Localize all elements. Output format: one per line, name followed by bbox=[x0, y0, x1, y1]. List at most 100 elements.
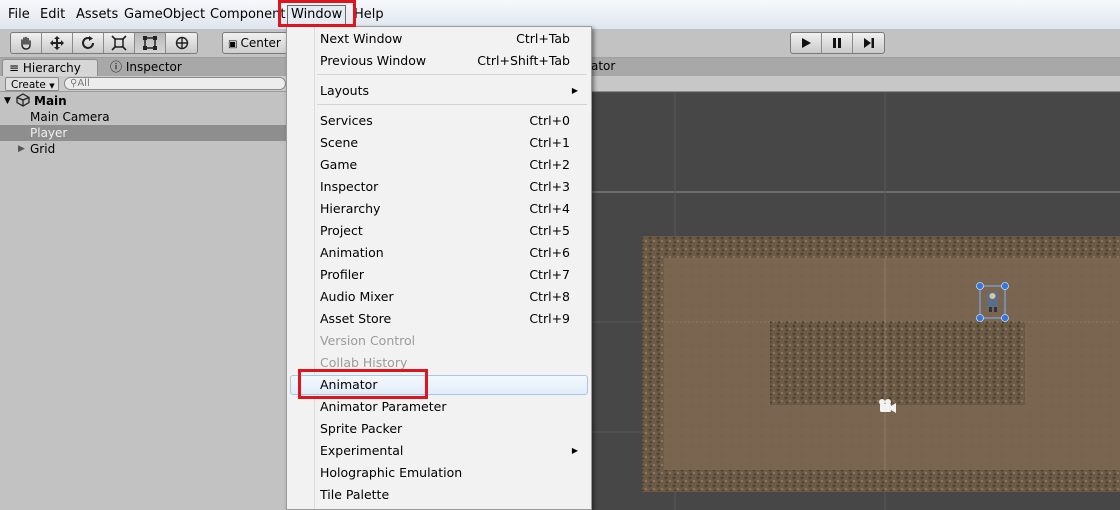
rect-icon[interactable] bbox=[135, 33, 166, 53]
menu-item-label: Profiler bbox=[320, 267, 365, 282]
pivot-center-toggle[interactable]: ▣ Center bbox=[222, 32, 288, 54]
menu-item-shortcut: Ctrl+2 bbox=[529, 157, 570, 172]
menu-item-label: Holographic Emulation bbox=[320, 465, 463, 480]
menu-item-label: Project bbox=[320, 223, 363, 238]
menu-edit[interactable]: Edit bbox=[37, 5, 68, 25]
hand-icon[interactable] bbox=[11, 33, 42, 53]
step-icon[interactable] bbox=[853, 33, 884, 53]
list-item[interactable]: ▶ Grid bbox=[0, 141, 288, 157]
menu-item-shortcut: Ctrl+Shift+Tab bbox=[477, 53, 570, 68]
menu-item-shortcut: Ctrl+8 bbox=[529, 289, 570, 304]
menu-item-shortcut: Ctrl+5 bbox=[529, 223, 570, 238]
menu-item-experimental[interactable]: Experimental ▶ bbox=[290, 441, 588, 461]
pause-icon[interactable] bbox=[822, 33, 853, 53]
move-icon[interactable] bbox=[42, 33, 73, 53]
menu-item-tile-palette[interactable]: Tile Palette bbox=[290, 485, 588, 505]
menu-item-label: Game bbox=[320, 157, 358, 172]
hierarchy-toolbar: Create ▼ ⚲All bbox=[0, 76, 288, 92]
menu-item-shortcut: Ctrl+7 bbox=[529, 267, 570, 282]
menu-item-label: Tile Palette bbox=[320, 487, 390, 502]
menu-item-shortcut: Ctrl+9 bbox=[529, 311, 570, 326]
menu-item-next-window[interactable]: Next Window Ctrl+Tab bbox=[290, 29, 588, 49]
menu-item-label: Audio Mixer bbox=[320, 289, 394, 304]
menu-item-label: Scene bbox=[320, 135, 359, 150]
menu-help[interactable]: Help bbox=[351, 5, 387, 25]
menu-item-label: Asset Store bbox=[320, 311, 392, 326]
create-label: Create bbox=[11, 79, 46, 91]
scale-icon[interactable] bbox=[104, 33, 135, 53]
submenu-arrow-icon: ▶ bbox=[571, 86, 578, 95]
menu-item-previous-window[interactable]: Previous Window Ctrl+Shift+Tab bbox=[290, 51, 588, 71]
item-player: Player bbox=[30, 126, 68, 140]
dropdown-arrow-icon: ▼ bbox=[49, 82, 55, 90]
menu-item-animator-parameter[interactable]: Animator Parameter bbox=[290, 397, 588, 417]
transform-tools bbox=[10, 32, 198, 54]
menu-item-asset-store[interactable]: Asset Store Ctrl+9 bbox=[290, 309, 588, 329]
menu-separator bbox=[317, 104, 587, 105]
menu-item-hierarchy[interactable]: Hierarchy Ctrl+4 bbox=[290, 199, 588, 219]
item-main-camera: Main Camera bbox=[30, 110, 110, 124]
play-icon[interactable] bbox=[791, 33, 822, 53]
menu-item-audio-mixer[interactable]: Audio Mixer Ctrl+8 bbox=[290, 287, 588, 307]
highlight-box-window-menu bbox=[278, 0, 356, 27]
tab-hierarchy-label: Hierarchy bbox=[22, 61, 81, 75]
expand-arrow-icon[interactable]: ▶ bbox=[18, 141, 25, 157]
create-dropdown[interactable]: Create ▼ bbox=[5, 77, 59, 91]
submenu-arrow-icon: ▶ bbox=[571, 446, 578, 455]
tab-inspector[interactable]: ⓘ Inspector bbox=[104, 59, 194, 76]
expand-arrow-icon[interactable]: ▼ bbox=[4, 93, 11, 109]
menu-item-label: Services bbox=[320, 113, 373, 128]
menu-item-shortcut: Ctrl+0 bbox=[529, 113, 570, 128]
pivot-label: Center bbox=[240, 36, 281, 50]
menu-item-label: Next Window bbox=[320, 31, 403, 46]
tab-inspector-label: Inspector bbox=[125, 60, 182, 74]
menu-gameobject[interactable]: GameObject bbox=[121, 5, 208, 25]
menu-item-profiler[interactable]: Profiler Ctrl+7 bbox=[290, 265, 588, 285]
list-item[interactable]: Player bbox=[0, 125, 288, 141]
menu-item-shortcut: Ctrl+1 bbox=[529, 135, 570, 150]
transform-icon[interactable] bbox=[166, 33, 197, 53]
animator-tab-label[interactable]: ator bbox=[591, 59, 615, 73]
menu-assets[interactable]: Assets bbox=[73, 5, 121, 25]
menu-item-label: Hierarchy bbox=[320, 201, 381, 216]
menu-item-label: Sprite Packer bbox=[320, 421, 403, 436]
menu-item-label: Experimental bbox=[320, 443, 404, 458]
menu-item-shortcut: Ctrl+4 bbox=[529, 201, 570, 216]
menu-item-holographic-emulation[interactable]: Holographic Emulation bbox=[290, 463, 588, 483]
highlight-box-animator bbox=[298, 369, 428, 399]
item-grid: Grid bbox=[30, 142, 56, 156]
menu-item-label: Previous Window bbox=[320, 53, 427, 68]
window-menu-dropdown: Next Window Ctrl+Tab Previous Window Ctrl+… bbox=[286, 26, 592, 510]
hierarchy-tree: ▼ Main Main Camera Player ▶ Grid bbox=[0, 92, 288, 510]
menu-item-animation[interactable]: Animation Ctrl+6 bbox=[290, 243, 588, 263]
list-item[interactable]: Main Camera bbox=[0, 109, 288, 125]
menu-item-game[interactable]: Game Ctrl+2 bbox=[290, 155, 588, 175]
scene-root[interactable]: ▼ Main bbox=[0, 93, 288, 109]
menu-item-shortcut: Ctrl+6 bbox=[529, 245, 570, 260]
list-icon: ≡ bbox=[9, 61, 20, 75]
menu-item-project[interactable]: Project Ctrl+5 bbox=[290, 221, 588, 241]
menu-item-label: Animator Parameter bbox=[320, 399, 447, 414]
menu-item-version-control: Version Control bbox=[290, 331, 588, 351]
menu-file[interactable]: File bbox=[5, 5, 33, 25]
menu-item-shortcut: Ctrl+Tab bbox=[516, 31, 570, 46]
pivot-icon: ▣ bbox=[228, 39, 238, 50]
search-placeholder: All bbox=[77, 78, 90, 89]
hierarchy-search-input[interactable]: ⚲All bbox=[64, 77, 286, 90]
play-controls bbox=[790, 32, 885, 54]
scene-name: Main bbox=[34, 94, 67, 108]
menu-item-sprite-packer[interactable]: Sprite Packer bbox=[290, 419, 588, 439]
menu-item-label: Version Control bbox=[320, 333, 416, 348]
menu-item-layouts[interactable]: Layouts ▶ bbox=[290, 81, 588, 101]
menu-item-services[interactable]: Services Ctrl+0 bbox=[290, 111, 588, 131]
tab-hierarchy[interactable]: ≡ Hierarchy bbox=[2, 59, 98, 76]
menu-item-inspector[interactable]: Inspector Ctrl+3 bbox=[290, 177, 588, 197]
rotate-icon[interactable] bbox=[73, 33, 104, 53]
menu-separator bbox=[317, 74, 587, 75]
menu-component[interactable]: Component bbox=[207, 5, 288, 25]
info-icon: ⓘ bbox=[110, 60, 123, 74]
menu-item-shortcut: Ctrl+3 bbox=[529, 179, 570, 194]
menu-item-label: Animation bbox=[320, 245, 384, 260]
menu-item-scene[interactable]: Scene Ctrl+1 bbox=[290, 133, 588, 153]
menu-item-label: Layouts bbox=[320, 83, 370, 98]
